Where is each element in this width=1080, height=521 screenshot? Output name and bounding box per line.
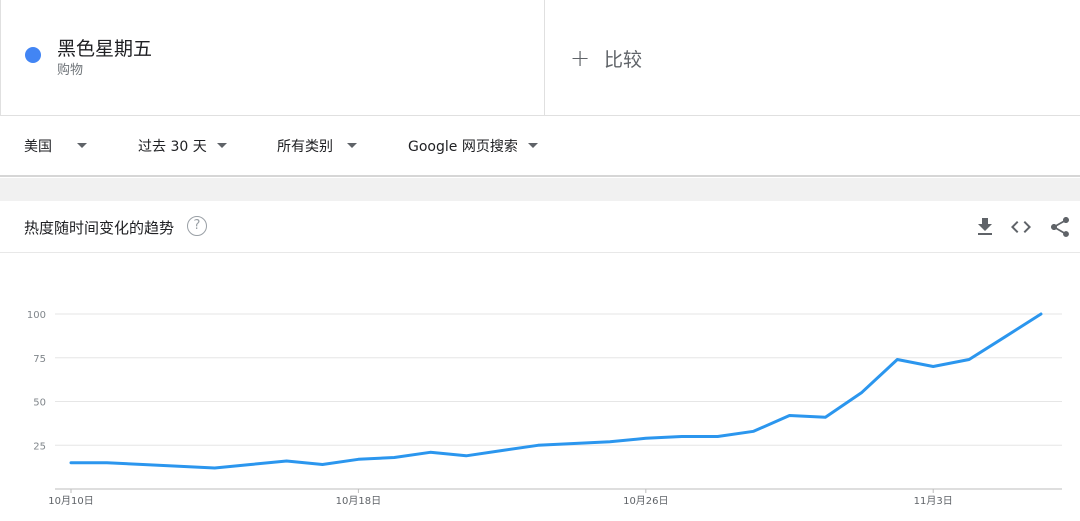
- country-filter-label: 美国: [24, 138, 52, 155]
- data-point[interactable]: [678, 433, 686, 441]
- search-term-card[interactable]: 黑色星期五 购物: [0, 0, 545, 116]
- x-tick-label: 10月26日: [623, 495, 668, 507]
- data-point[interactable]: [103, 459, 111, 467]
- term-name[interactable]: 黑色星期五: [57, 34, 152, 61]
- data-point[interactable]: [1001, 333, 1009, 341]
- data-point[interactable]: [534, 441, 542, 449]
- interest-over-time-chart[interactable]: 25 50 75 100 10月10日 10月18日 10月26日 11月3日: [0, 253, 1080, 521]
- y-tick-label: 50: [33, 398, 46, 409]
- data-point[interactable]: [750, 427, 758, 435]
- country-filter-dropdown[interactable]: 美国: [24, 116, 87, 175]
- data-point[interactable]: [354, 455, 362, 463]
- data-point[interactable]: [211, 464, 219, 472]
- category-dropdown[interactable]: 所有类别: [277, 116, 357, 175]
- search-property-label: Google 网页搜索: [408, 138, 518, 155]
- data-point[interactable]: [893, 356, 901, 364]
- data-point[interactable]: [1037, 310, 1045, 318]
- data-point[interactable]: [175, 462, 183, 470]
- plus-icon: +: [570, 44, 591, 72]
- compare-label: 比较: [604, 48, 643, 71]
- x-tick-label: 10月18日: [336, 495, 381, 507]
- interest-over-time-card: 热度随时间变化的趋势 ? 25 50 75 100 10月10日 10月18日 10月26…: [0, 201, 1080, 521]
- compare-button[interactable]: + 比较: [570, 44, 642, 72]
- card-title: 热度随时间变化的趋势: [24, 219, 175, 237]
- data-point[interactable]: [462, 452, 470, 460]
- data-point[interactable]: [390, 454, 398, 462]
- search-property-dropdown[interactable]: Google 网页搜索: [408, 116, 538, 175]
- time-range-dropdown[interactable]: 过去 30 天: [138, 116, 227, 175]
- data-point[interactable]: [786, 412, 794, 420]
- y-tick-label: 100: [27, 310, 46, 321]
- search-term-bar: 黑色星期五 购物 + 比较: [0, 0, 1080, 116]
- data-point[interactable]: [247, 461, 255, 469]
- y-tick-label: 75: [33, 354, 46, 365]
- data-point[interactable]: [318, 461, 326, 469]
- time-range-label: 过去 30 天: [138, 138, 207, 155]
- help-icon[interactable]: ?: [187, 216, 207, 236]
- section-divider: [0, 178, 1080, 201]
- card-header: 热度随时间变化的趋势 ?: [0, 201, 1080, 253]
- caret-down-icon: [527, 143, 538, 148]
- caret-down-icon: [77, 143, 87, 148]
- data-point[interactable]: [426, 448, 434, 456]
- data-point[interactable]: [570, 440, 578, 448]
- data-point[interactable]: [139, 461, 147, 469]
- data-point[interactable]: [857, 389, 865, 397]
- download-icon[interactable]: [973, 215, 997, 239]
- x-tick-label: 11月3日: [914, 495, 953, 507]
- embed-icon[interactable]: [1009, 215, 1033, 239]
- data-point[interactable]: [965, 356, 973, 364]
- data-point[interactable]: [498, 447, 506, 455]
- data-point[interactable]: [642, 434, 650, 442]
- filter-bar: 美国 过去 30 天 所有类别 Google 网页搜索: [0, 116, 1080, 177]
- caret-down-icon: [216, 143, 227, 148]
- x-tick-label: 10月10日: [48, 495, 93, 507]
- caret-down-icon: [347, 143, 357, 148]
- data-point[interactable]: [283, 457, 291, 465]
- term-category: 购物: [57, 63, 84, 78]
- data-point[interactable]: [929, 363, 937, 371]
- share-icon[interactable]: [1048, 215, 1072, 239]
- y-tick-label: 25: [33, 441, 46, 452]
- data-point[interactable]: [714, 433, 722, 441]
- data-point[interactable]: [606, 438, 614, 446]
- data-point[interactable]: [821, 413, 829, 421]
- category-label: 所有类别: [277, 138, 333, 155]
- term-color-dot: [25, 47, 41, 63]
- data-point[interactable]: [67, 459, 75, 467]
